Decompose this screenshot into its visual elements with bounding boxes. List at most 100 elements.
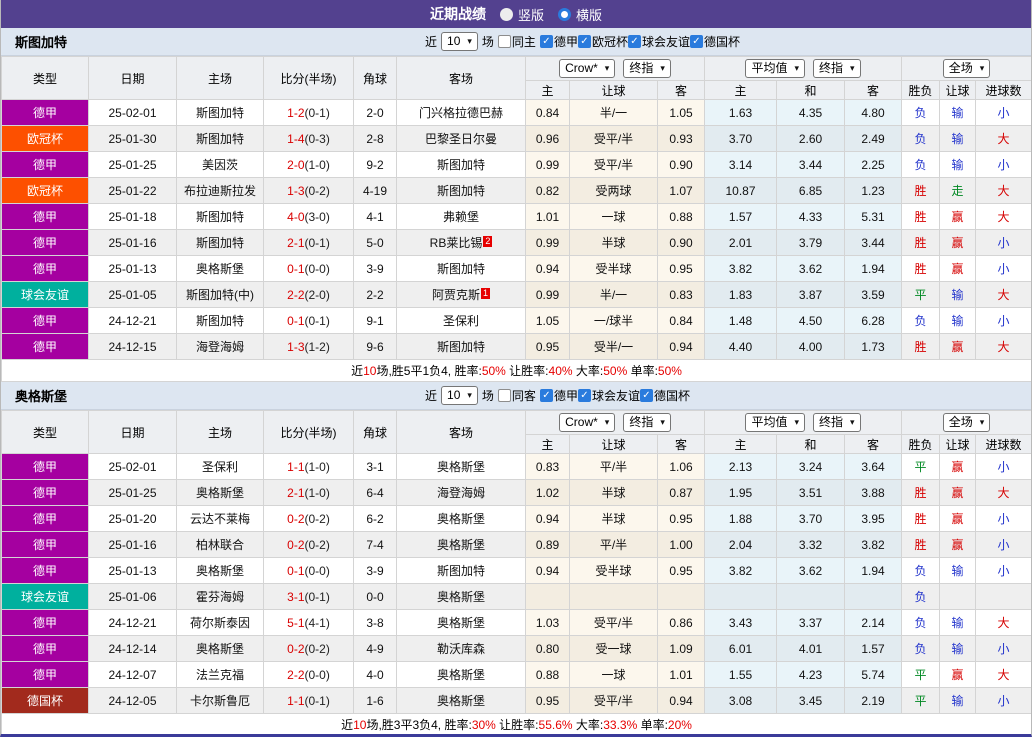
home-team-link[interactable]: 奥格斯堡 [196, 642, 244, 656]
home-team-cell[interactable]: 斯图加特 [176, 307, 264, 334]
away-team-link[interactable]: 斯图加特 [437, 564, 485, 578]
away-team-link[interactable]: 奥格斯堡 [437, 538, 485, 552]
home-team-link[interactable]: 斯图加特 [196, 132, 244, 146]
home-team-link[interactable]: 奥格斯堡 [196, 486, 244, 500]
league-filter-checkbox[interactable]: ✓ 德甲 [539, 33, 578, 50]
away-team-cell[interactable]: 海登海姆 [396, 479, 526, 506]
away-team-link[interactable]: 勒沃库森 [437, 642, 485, 656]
home-team-link[interactable]: 奥格斯堡 [196, 564, 244, 578]
away-team-cell[interactable]: 斯图加特 [396, 177, 526, 204]
layout-radio-vertical[interactable]: 竖版 [499, 5, 544, 24]
away-team-cell[interactable]: 阿贾克斯 1 [396, 281, 526, 308]
home-team-cell[interactable]: 斯图加特 [176, 203, 264, 230]
home-team-link[interactable]: 斯图加特(中) [186, 288, 254, 302]
home-team-link[interactable]: 卡尔斯鲁厄 [190, 694, 250, 708]
home-team-cell[interactable]: 奥格斯堡 [176, 479, 264, 506]
away-team-link[interactable]: 奥格斯堡 [437, 668, 485, 682]
home-team-cell[interactable]: 美因茨 [176, 151, 264, 178]
home-team-link[interactable]: 斯图加特 [196, 106, 244, 120]
same-venue-checkbox[interactable]: ✓ 同客 [497, 387, 536, 404]
home-team-link[interactable]: 斯图加特 [196, 236, 244, 250]
home-team-cell[interactable]: 卡尔斯鲁厄 [176, 687, 264, 714]
bookmaker-select[interactable]: Crow* ▾ [559, 59, 616, 78]
checkbox-icon[interactable]: ✓ [497, 389, 511, 402]
home-team-link[interactable]: 布拉迪斯拉发 [184, 184, 256, 198]
away-team-cell[interactable]: 弗赖堡 [396, 203, 526, 230]
checkbox-checked-icon[interactable]: ✓ [577, 389, 591, 402]
away-team-cell[interactable]: 巴黎圣日尔曼 [396, 125, 526, 152]
away-team-cell[interactable]: 奥格斯堡 [396, 505, 526, 532]
away-team-cell[interactable]: 圣保利 [396, 307, 526, 334]
away-team-cell[interactable]: 斯图加特 [396, 151, 526, 178]
avg-final-select[interactable]: 终指 ▾ [813, 413, 861, 432]
league-filter-checkbox[interactable]: ✓ 球会友谊 [577, 387, 640, 404]
away-team-link[interactable]: 圣保利 [443, 314, 479, 328]
checkbox-checked-icon[interactable]: ✓ [639, 389, 653, 402]
away-team-link[interactable]: 奥格斯堡 [437, 590, 485, 604]
home-team-link[interactable]: 海登海姆 [196, 340, 244, 354]
checkbox-checked-icon[interactable]: ✓ [539, 389, 553, 402]
away-team-link[interactable]: RB莱比锡 [430, 236, 483, 250]
checkbox-checked-icon[interactable]: ✓ [539, 35, 553, 48]
home-team-cell[interactable]: 斯图加特 [176, 125, 264, 152]
checkbox-checked-icon[interactable]: ✓ [689, 35, 703, 48]
home-team-cell[interactable]: 霍芬海姆 [176, 583, 264, 610]
away-team-cell[interactable]: 奥格斯堡 [396, 661, 526, 688]
home-team-cell[interactable]: 奥格斯堡 [176, 557, 264, 584]
home-team-link[interactable]: 奥格斯堡 [196, 262, 244, 276]
away-team-cell[interactable]: 斯图加特 [396, 333, 526, 360]
checkbox-checked-icon[interactable]: ✓ [577, 35, 591, 48]
away-team-cell[interactable]: 门兴格拉德巴赫 [396, 99, 526, 126]
home-team-cell[interactable]: 奥格斯堡 [176, 255, 264, 282]
away-team-link[interactable]: 阿贾克斯 [432, 288, 480, 302]
avg-final-select[interactable]: 终指 ▾ [813, 59, 861, 78]
away-team-link[interactable]: 斯图加特 [437, 262, 485, 276]
away-team-cell[interactable]: RB莱比锡 2 [396, 229, 526, 256]
away-team-link[interactable]: 奥格斯堡 [437, 460, 485, 474]
layout-radio-horizontal[interactable]: 横版 [558, 5, 602, 24]
games-count-select[interactable]: 10 ▾ [441, 386, 478, 405]
away-team-cell[interactable]: 奥格斯堡 [396, 453, 526, 480]
home-team-link[interactable]: 法兰克福 [196, 668, 244, 682]
league-filter-checkbox[interactable]: ✓ 欧冠杯 [577, 33, 628, 50]
away-team-link[interactable]: 奥格斯堡 [437, 694, 485, 708]
away-team-link[interactable]: 奥格斯堡 [437, 616, 485, 630]
home-team-link[interactable]: 美因茨 [202, 158, 238, 172]
same-venue-checkbox[interactable]: ✓ 同主 [497, 33, 536, 50]
checkbox-checked-icon[interactable]: ✓ [627, 35, 641, 48]
away-team-link[interactable]: 斯图加特 [437, 158, 485, 172]
home-team-link[interactable]: 云达不莱梅 [190, 512, 250, 526]
home-team-link[interactable]: 柏林联合 [196, 538, 244, 552]
home-team-cell[interactable]: 法兰克福 [176, 661, 264, 688]
away-team-cell[interactable]: 斯图加特 [396, 255, 526, 282]
home-team-cell[interactable]: 海登海姆 [176, 333, 264, 360]
league-filter-checkbox[interactable]: ✓ 球会友谊 [627, 33, 690, 50]
home-team-cell[interactable]: 斯图加特(中) [176, 281, 264, 308]
home-team-cell[interactable]: 斯图加特 [176, 99, 264, 126]
average-select[interactable]: 平均值 ▾ [745, 59, 805, 78]
checkbox-icon[interactable]: ✓ [497, 35, 511, 48]
home-team-cell[interactable]: 荷尔斯泰因 [176, 609, 264, 636]
home-team-link[interactable]: 圣保利 [202, 460, 238, 474]
home-team-cell[interactable]: 奥格斯堡 [176, 635, 264, 662]
away-team-link[interactable]: 斯图加特 [437, 184, 485, 198]
away-team-link[interactable]: 弗赖堡 [443, 210, 479, 224]
away-team-cell[interactable]: 勒沃库森 [396, 635, 526, 662]
league-filter-checkbox[interactable]: ✓ 德国杯 [639, 387, 690, 404]
odds-final-select[interactable]: 终指 ▾ [623, 59, 671, 78]
away-team-link[interactable]: 斯图加特 [437, 340, 485, 354]
away-team-link[interactable]: 门兴格拉德巴赫 [419, 106, 503, 120]
bookmaker-select[interactable]: Crow* ▾ [559, 413, 616, 432]
league-filter-checkbox[interactable]: ✓ 德甲 [539, 387, 578, 404]
home-team-link[interactable]: 霍芬海姆 [196, 590, 244, 604]
away-team-cell[interactable]: 奥格斯堡 [396, 687, 526, 714]
home-team-link[interactable]: 荷尔斯泰因 [190, 616, 250, 630]
away-team-cell[interactable]: 奥格斯堡 [396, 583, 526, 610]
away-team-link[interactable]: 海登海姆 [437, 486, 485, 500]
away-team-cell[interactable]: 奥格斯堡 [396, 531, 526, 558]
league-filter-checkbox[interactable]: ✓ 德国杯 [689, 33, 740, 50]
away-team-link[interactable]: 巴黎圣日尔曼 [425, 132, 497, 146]
home-team-link[interactable]: 斯图加特 [196, 210, 244, 224]
home-team-cell[interactable]: 圣保利 [176, 453, 264, 480]
home-team-cell[interactable]: 柏林联合 [176, 531, 264, 558]
